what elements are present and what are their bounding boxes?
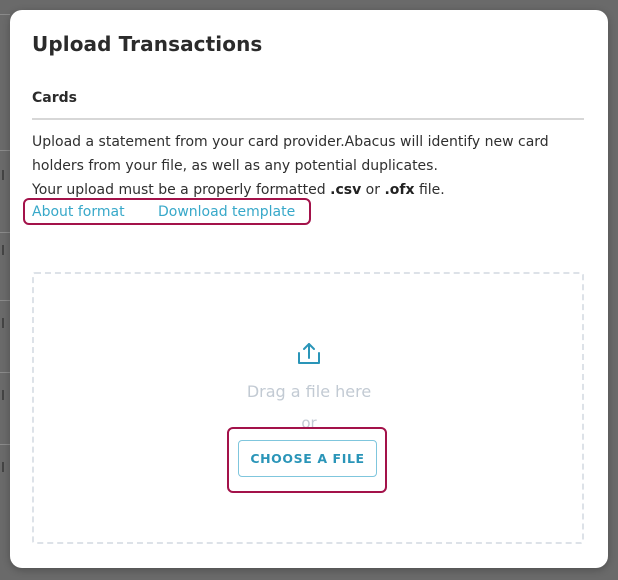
background-text-fragment xyxy=(2,318,10,328)
download-template-link[interactable]: Download template xyxy=(158,204,295,220)
background-divider xyxy=(0,14,10,15)
description-line-2-suffix: file. xyxy=(414,182,445,198)
ofx-format-label: .ofx xyxy=(384,182,415,198)
section-divider xyxy=(32,118,584,120)
background-text-fragment xyxy=(2,245,10,255)
description-or: or xyxy=(361,182,385,198)
background-divider xyxy=(0,232,10,233)
description-line-2-prefix: Your upload must be a properly formatted xyxy=(32,182,331,198)
background-divider xyxy=(0,150,10,151)
background-divider xyxy=(0,372,10,373)
file-dropzone[interactable] xyxy=(32,272,584,544)
about-format-link[interactable]: About format xyxy=(32,204,125,220)
background-divider xyxy=(0,300,10,301)
background-text-fragment xyxy=(2,462,10,472)
csv-format-label: .csv xyxy=(330,182,362,198)
upload-icon xyxy=(298,343,320,364)
background-text-fragment xyxy=(2,170,10,180)
upload-transactions-modal: Upload Transactions Cards Upload a state… xyxy=(10,10,608,568)
background-divider xyxy=(0,444,10,445)
drag-file-text: Drag a file here xyxy=(246,382,372,401)
section-label-cards: Cards xyxy=(32,90,77,106)
choose-file-button[interactable]: CHOOSE A FILE xyxy=(238,440,377,477)
modal-title: Upload Transactions xyxy=(32,32,263,56)
upload-description: Upload a statement from your card provid… xyxy=(32,130,584,202)
background-text-fragment xyxy=(2,390,10,400)
description-line-1: Upload a statement from your card provid… xyxy=(32,134,549,174)
